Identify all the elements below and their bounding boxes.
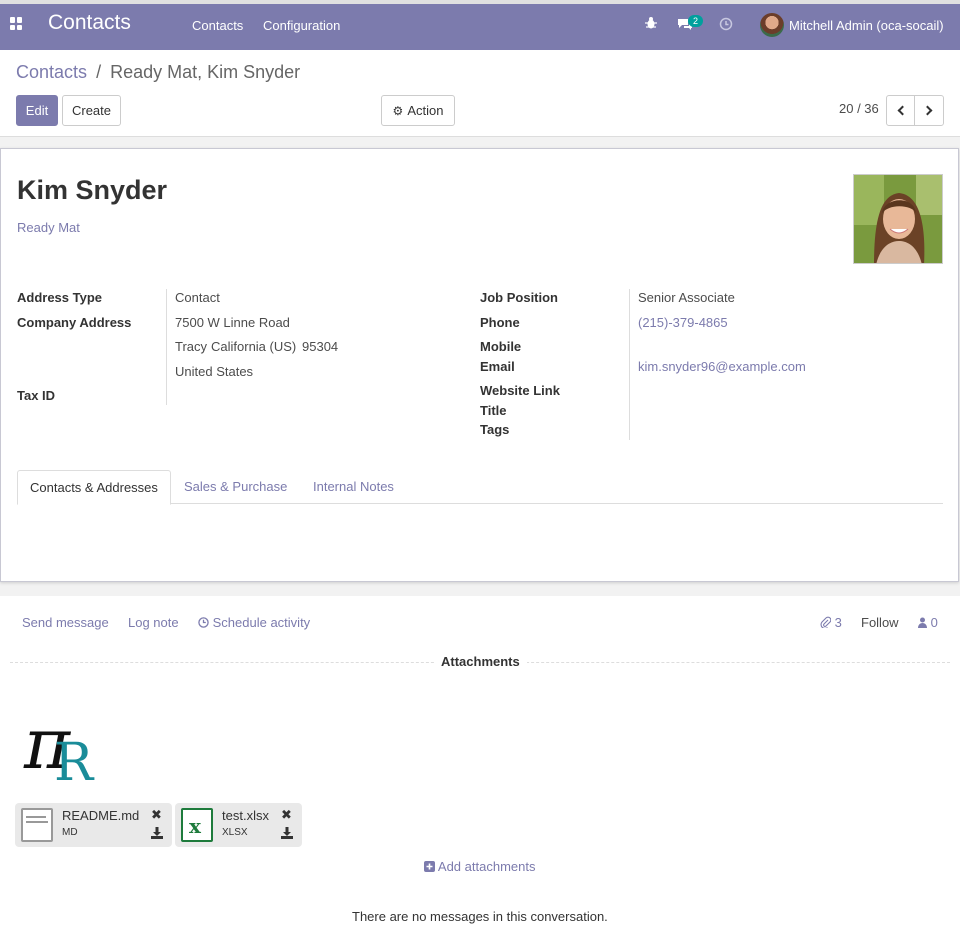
user-icon	[918, 615, 931, 630]
action-label: Action	[407, 103, 444, 118]
mobile-label: Mobile	[480, 339, 522, 354]
top-navbar: Contacts Contacts Configuration 2 Mitche…	[0, 0, 960, 50]
svg-text:R: R	[54, 733, 95, 786]
followers-button[interactable]: 0	[918, 615, 938, 630]
city-value: Tracy	[175, 339, 208, 354]
left-group-divider	[166, 289, 167, 405]
tags-label: Tags	[480, 422, 510, 437]
breadcrumb-separator: /	[96, 62, 102, 82]
company-link[interactable]: Ready Mat	[17, 220, 80, 235]
chevron-right-icon	[922, 105, 933, 116]
tab-internal-notes[interactable]: Internal Notes	[301, 470, 406, 504]
state-value: California (US)	[211, 339, 297, 354]
log-note-button[interactable]: Log note	[128, 615, 179, 630]
attachment-ext: MD	[62, 827, 78, 838]
paperclip-icon	[820, 615, 835, 630]
user-menu[interactable]: Mitchell Admin (oca-socail)	[789, 18, 944, 33]
breadcrumb-parent[interactable]: Contacts	[16, 62, 87, 82]
notebook-tabs: Contacts & Addresses Sales & Purchase In…	[17, 470, 943, 505]
phone-label: Phone	[480, 315, 520, 330]
add-attachments-label: Add attachments	[437, 859, 536, 874]
download-icon[interactable]	[281, 827, 293, 842]
edit-button[interactable]: Edit	[16, 95, 58, 126]
close-icon[interactable]: ✖	[151, 807, 162, 823]
website-label: Website Link	[480, 383, 560, 398]
attachment-count: 3	[834, 615, 842, 630]
attachment-name: test.xlsx	[222, 808, 269, 823]
clock-icon	[198, 615, 213, 630]
plus-square-icon	[424, 859, 438, 874]
street-value: 7500 W Linne Road	[175, 315, 290, 330]
tax-id-label: Tax ID	[17, 388, 56, 403]
menu-contacts[interactable]: Contacts	[192, 18, 243, 33]
no-messages-text: There are no messages in this conversati…	[352, 909, 608, 924]
attachment-ext: XLSX	[222, 827, 248, 838]
attachment-card[interactable]: x test.xlsx XLSX ✖	[175, 803, 302, 847]
breadcrumb-current: Ready Mat, Kim Snyder	[110, 62, 301, 82]
add-attachments-button[interactable]: Add attachments	[424, 859, 535, 874]
action-button[interactable]: ⚙ Action	[381, 95, 455, 126]
attachment-card[interactable]: README.md MD ✖	[15, 803, 172, 847]
email-value[interactable]: kim.snyder96@example.com	[638, 359, 806, 374]
chevron-left-icon	[897, 105, 908, 116]
debug-bug-icon[interactable]	[645, 16, 657, 33]
app-brand[interactable]: Contacts	[48, 11, 131, 35]
job-position-label: Job Position	[480, 290, 558, 305]
address-type-label: Address Type	[17, 290, 103, 305]
partner-name: Kim Snyder	[17, 175, 168, 205]
followers-count: 0	[930, 615, 938, 630]
right-group-divider	[629, 289, 630, 440]
attachment-count-button[interactable]: 3	[820, 615, 842, 630]
phone-value[interactable]: (215)-379-4865	[638, 315, 728, 330]
messages-count-badge: 2	[688, 15, 704, 27]
email-label: Email	[480, 359, 515, 374]
download-icon[interactable]	[151, 827, 163, 842]
schedule-activity-label: Schedule activity	[212, 615, 311, 630]
attachment-name: README.md	[62, 808, 140, 823]
send-message-button[interactable]: Send message	[22, 615, 109, 630]
country-value: United States	[175, 364, 254, 379]
tab-contacts-addresses[interactable]: Contacts & Addresses	[17, 470, 171, 505]
image-attachment-thumbnail[interactable]: π R	[20, 698, 110, 793]
close-icon[interactable]: ✖	[281, 807, 292, 823]
job-position-value: Senior Associate	[638, 290, 735, 305]
gear-icon: ⚙	[392, 103, 404, 118]
company-address-label: Company Address	[17, 315, 132, 330]
menu-configuration[interactable]: Configuration	[263, 18, 340, 33]
user-avatar[interactable]	[760, 13, 784, 37]
partner-photo[interactable]	[853, 174, 943, 264]
schedule-activity-button[interactable]: Schedule activity	[198, 615, 310, 630]
address-type-value: Contact	[175, 290, 220, 305]
pager-next-button[interactable]	[914, 95, 944, 126]
zip-value: 95304	[302, 339, 339, 354]
tab-sales-purchase[interactable]: Sales & Purchase	[172, 470, 299, 504]
title-label: Title	[480, 403, 507, 418]
breadcrumb: Contacts / Ready Mat, Kim Snyder	[16, 62, 300, 83]
create-button[interactable]: Create	[62, 95, 121, 126]
follow-button[interactable]: Follow	[861, 615, 899, 630]
text-file-icon	[21, 808, 53, 842]
attachments-title: Attachments	[434, 654, 527, 669]
pager-value[interactable]: 20 / 36	[839, 101, 879, 116]
apps-menu-icon[interactable]	[10, 17, 23, 30]
activity-clock-icon[interactable]	[719, 17, 733, 34]
pager-previous-button[interactable]	[886, 95, 916, 126]
spreadsheet-file-icon: x	[181, 808, 213, 842]
